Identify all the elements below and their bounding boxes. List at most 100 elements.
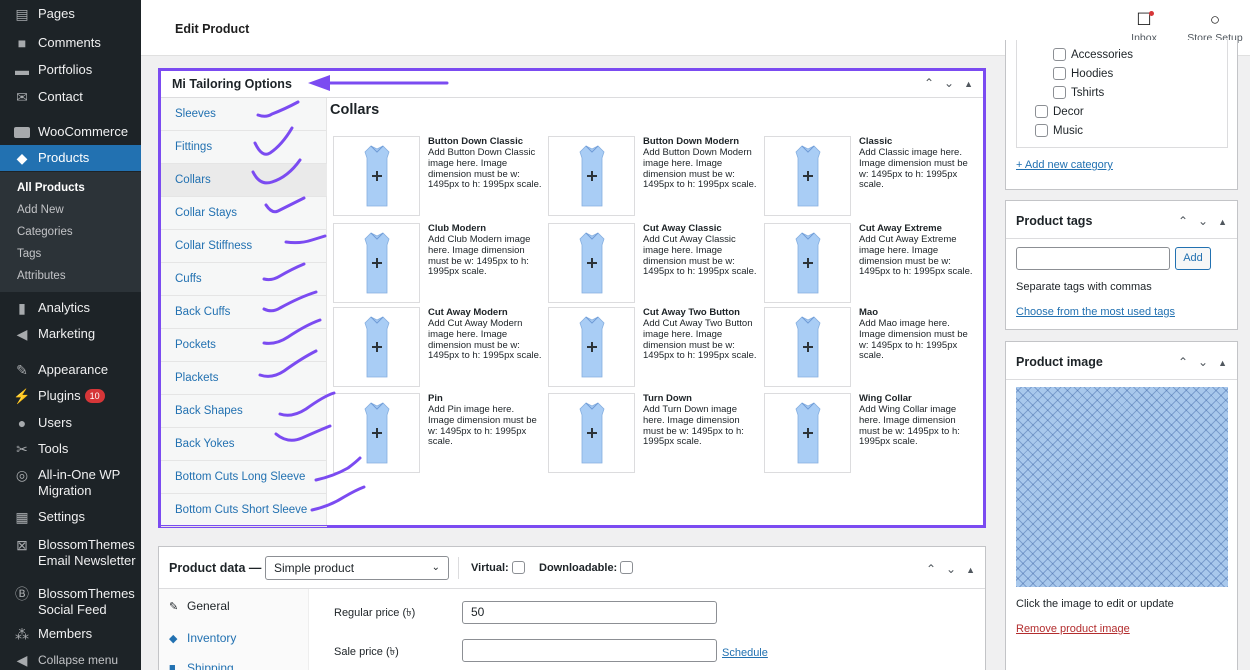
product-image-preview[interactable] <box>1016 387 1228 587</box>
add-tag-button[interactable]: Add <box>1175 247 1211 270</box>
sidebar-item-settings[interactable]: ▦ Settings <box>0 509 141 525</box>
sidebar-item-portfolios[interactable]: ▬ Portfolios <box>0 62 141 78</box>
store-setup-button[interactable]: ○ Store Setup <box>1182 10 1248 44</box>
collapse-menu-button[interactable]: ◀ Collapse menu <box>0 652 141 668</box>
remove-product-image-link[interactable]: Remove product image <box>1016 623 1130 635</box>
submenu-categories[interactable]: Categories <box>17 226 73 238</box>
tab-back-cuffs[interactable]: Back Cuffs <box>161 296 327 329</box>
category-checkbox[interactable] <box>1035 124 1048 137</box>
inbox-button[interactable]: ☐ Inbox <box>1126 10 1162 44</box>
move-down-icon[interactable]: ⌄ <box>1198 355 1208 371</box>
collar-option-card[interactable]: Cut Away Classic Add Cut Away Classic ima… <box>548 223 758 303</box>
sidebar-item-analytics[interactable]: ▮ Analytics <box>0 300 141 316</box>
regular-price-input[interactable]: 50 <box>462 601 717 624</box>
move-up-icon[interactable]: ⌃ <box>924 76 934 92</box>
collar-option-card[interactable]: Pin Add Pin image here. Image dimension m… <box>333 393 543 473</box>
tab-back-yokes[interactable]: Back Yokes <box>161 428 327 461</box>
collar-image-upload[interactable] <box>548 223 635 303</box>
downloadable-checkbox[interactable] <box>620 561 634 574</box>
collar-option-card[interactable]: Cut Away Extreme Add Cut Away Extreme ima… <box>764 223 974 303</box>
sidebar-item-members[interactable]: ⁂ Members <box>0 626 141 642</box>
virtual-checkbox[interactable] <box>511 561 525 574</box>
sale-price-input[interactable] <box>462 639 717 662</box>
category-checkbox[interactable] <box>1035 105 1048 118</box>
collar-option-card[interactable]: Wing Collar Add Wing Collar image here. I… <box>764 393 974 473</box>
category-hoodies[interactable]: Hoodies <box>1053 67 1113 80</box>
tag-input[interactable] <box>1016 247 1170 270</box>
product-type-select[interactable]: Simple product ⌄ <box>265 556 449 580</box>
category-checkbox[interactable] <box>1053 86 1066 99</box>
submenu-all-products[interactable]: All Products <box>17 182 85 194</box>
submenu-tags[interactable]: Tags <box>17 248 41 260</box>
collar-image-upload[interactable] <box>764 223 851 303</box>
tab-sleeves[interactable]: Sleeves <box>161 98 327 131</box>
sidebar-item-pages[interactable]: ▤ Pages <box>0 6 141 22</box>
category-checkbox[interactable] <box>1053 48 1066 61</box>
collar-option-card[interactable]: Button Down Modern Add Button Down Modern… <box>548 136 758 216</box>
collar-option-card[interactable]: Button Down Classic Add Button Down Class… <box>333 136 543 216</box>
sidebar-item-email-newsletter[interactable]: ⊠ BlossomThemes Email Newsletter <box>0 537 141 569</box>
sidebar-item-comments[interactable]: ■ Comments <box>0 35 141 51</box>
tab-shipping[interactable]: ■ Shipping <box>169 661 234 670</box>
move-down-icon[interactable]: ⌄ <box>944 76 954 92</box>
sidebar-item-migration[interactable]: ◎ All-in-One WP Migration <box>0 467 141 499</box>
toggle-panel-icon[interactable]: ▲ <box>964 76 973 92</box>
move-down-icon[interactable]: ⌄ <box>1198 214 1208 230</box>
sidebar-item-users[interactable]: ● Users <box>0 415 141 431</box>
category-music[interactable]: Music <box>1035 124 1083 137</box>
move-up-icon[interactable]: ⌃ <box>926 562 936 578</box>
tab-inventory[interactable]: ◆ Inventory <box>169 631 236 645</box>
sidebar-item-tools[interactable]: ✂ Tools <box>0 441 141 457</box>
collar-option-card[interactable]: Classic Add Classic image here. Image dim… <box>764 136 974 216</box>
collar-image-upload[interactable] <box>764 393 851 473</box>
collar-image-upload[interactable] <box>548 307 635 387</box>
move-down-icon[interactable]: ⌄ <box>946 562 956 578</box>
category-accessories[interactable]: Accessories <box>1053 48 1133 61</box>
collar-option-card[interactable]: Cut Away Modern Add Cut Away Modern image… <box>333 307 543 387</box>
tab-back-shapes[interactable]: Back Shapes <box>161 395 327 428</box>
tab-bottom-cuts-long-sleeve[interactable]: Bottom Cuts Long Sleeve <box>161 461 327 494</box>
sidebar-item-marketing[interactable]: ◀ Marketing <box>0 326 141 342</box>
collar-option-card[interactable]: Turn Down Add Turn Down image here. Image… <box>548 393 758 473</box>
tab-collar-stiffness[interactable]: Collar Stiffness <box>161 230 327 263</box>
toggle-panel-icon[interactable]: ▲ <box>966 562 975 578</box>
sidebar-item-social-feed[interactable]: Ⓑ BlossomThemes Social Feed <box>0 586 141 618</box>
collar-option-card[interactable]: Mao Add Mao image here. Image dimension m… <box>764 307 974 387</box>
submenu-add-new[interactable]: Add New <box>17 204 64 216</box>
downloadable-checkbox-group[interactable]: Downloadable: <box>539 561 634 574</box>
category-decor[interactable]: Decor <box>1035 105 1084 118</box>
submenu-attributes[interactable]: Attributes <box>17 270 66 282</box>
collar-option-card[interactable]: Club Modern Add Club Modern image here. I… <box>333 223 543 303</box>
toggle-panel-icon[interactable]: ▲ <box>1218 355 1227 371</box>
tab-collars[interactable]: Collars <box>161 164 327 197</box>
tab-pockets[interactable]: Pockets <box>161 329 327 362</box>
sidebar-item-plugins[interactable]: ⚡ Plugins 10 <box>0 388 141 404</box>
collar-image-upload[interactable] <box>333 393 420 473</box>
toggle-panel-icon[interactable]: ▲ <box>1218 214 1227 230</box>
sidebar-item-woocommerce[interactable]: WooCommerce <box>0 124 141 140</box>
collar-image-upload[interactable] <box>333 223 420 303</box>
schedule-link[interactable]: Schedule <box>722 647 768 659</box>
collar-image-upload[interactable] <box>548 136 635 216</box>
tab-fittings[interactable]: Fittings <box>161 131 327 164</box>
move-up-icon[interactable]: ⌃ <box>1178 214 1188 230</box>
category-tshirts[interactable]: Tshirts <box>1053 86 1104 99</box>
tab-collar-stays[interactable]: Collar Stays <box>161 197 327 230</box>
most-used-tags-link[interactable]: Choose from the most used tags <box>1016 306 1175 318</box>
sidebar-item-contact[interactable]: ✉ Contact <box>0 89 141 105</box>
collar-image-upload[interactable] <box>333 307 420 387</box>
collar-image-upload[interactable] <box>764 136 851 216</box>
sidebar-item-products[interactable]: ◆ Products <box>0 145 141 171</box>
sidebar-item-appearance[interactable]: ✎ Appearance <box>0 362 141 378</box>
tab-plackets[interactable]: Plackets <box>161 362 327 395</box>
collar-option-card[interactable]: Cut Away Two Button Add Cut Away Two Butt… <box>548 307 758 387</box>
tab-general[interactable]: ✎ General <box>169 599 230 613</box>
collar-image-upload[interactable] <box>764 307 851 387</box>
add-new-category-link[interactable]: + Add new category <box>1016 159 1113 171</box>
tab-cuffs[interactable]: Cuffs <box>161 263 327 296</box>
tab-bottom-cuts-short-sleeve[interactable]: Bottom Cuts Short Sleeve <box>161 494 327 527</box>
move-up-icon[interactable]: ⌃ <box>1178 355 1188 371</box>
collar-image-upload[interactable] <box>548 393 635 473</box>
collar-image-upload[interactable] <box>333 136 420 216</box>
virtual-checkbox-group[interactable]: Virtual: <box>471 561 525 574</box>
